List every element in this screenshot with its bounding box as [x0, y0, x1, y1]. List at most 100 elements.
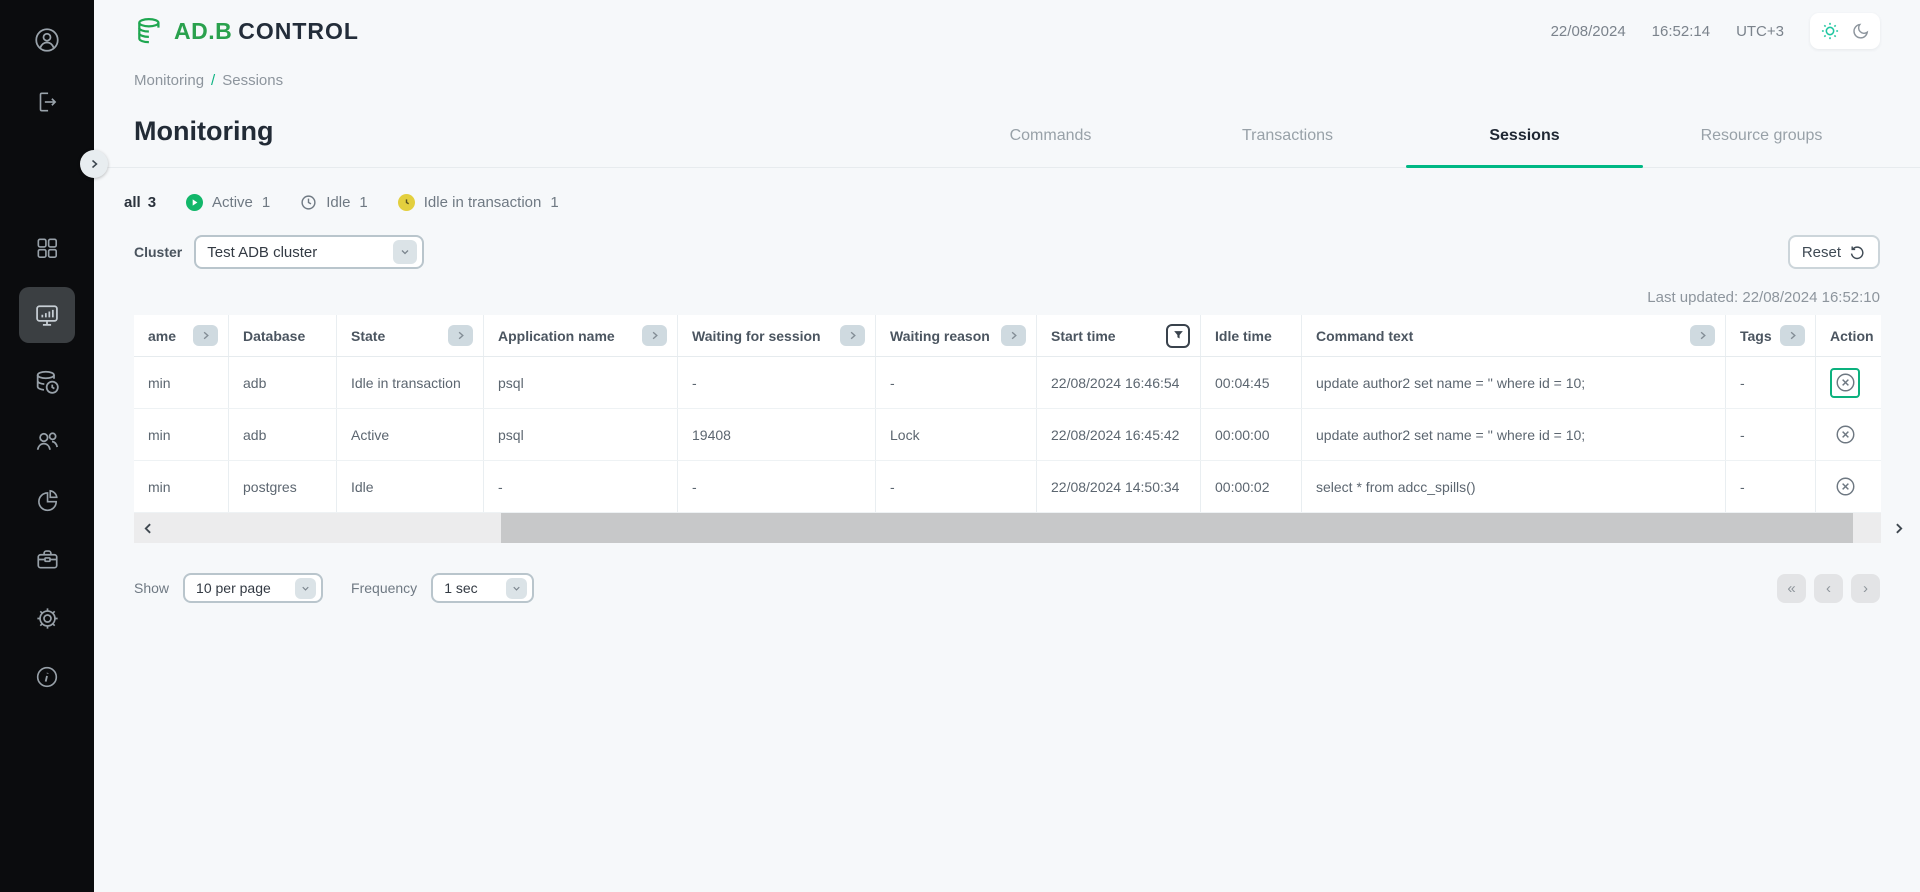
breadcrumb-monitoring[interactable]: Monitoring	[134, 72, 204, 89]
chevron-right-icon	[88, 158, 100, 170]
light-theme-sun-icon[interactable]	[1819, 20, 1841, 42]
sidebar-item-users[interactable]	[19, 421, 75, 461]
previous-page-button[interactable]: ‹	[1814, 574, 1843, 603]
horizontal-scrollbar[interactable]	[134, 513, 1881, 543]
filter-idle-in-transaction[interactable]: Idle in transaction 1	[398, 194, 559, 211]
scroll-left-button[interactable]	[134, 513, 162, 543]
dark-theme-moon-icon[interactable]	[1851, 21, 1871, 41]
tab-transactions[interactable]: Transactions	[1169, 127, 1406, 167]
app-logo: AD.B CONTROL	[134, 14, 359, 48]
profile-button[interactable]	[0, 20, 94, 60]
column-expand-button[interactable]	[1001, 325, 1026, 346]
cluster-select[interactable]: Test ADB cluster	[194, 235, 424, 269]
filter-all-label: all	[124, 194, 141, 211]
column-expand-button[interactable]	[1690, 325, 1715, 346]
filter-all[interactable]: all 3	[124, 194, 156, 211]
column-header-application-name: Application name	[484, 315, 678, 356]
breadcrumb-sessions[interactable]: Sessions	[222, 72, 283, 89]
idle-transaction-clock-icon	[398, 194, 415, 211]
table-cell: min	[134, 357, 229, 408]
terminate-session-button[interactable]	[1830, 420, 1860, 450]
table-cell: min	[134, 461, 229, 512]
next-page-button[interactable]: ›	[1851, 574, 1880, 603]
scroll-right-button[interactable]	[1883, 513, 1913, 543]
sidebar-nav	[0, 228, 94, 697]
filter-active-label: Active	[212, 194, 253, 211]
filter-idle-count: 1	[359, 194, 367, 211]
table-row: minpostgresIdle---22/08/2024 14:50:3400:…	[134, 461, 1881, 513]
tab-commands[interactable]: Commands	[932, 127, 1169, 167]
current-date: 22/08/2024	[1551, 23, 1626, 40]
column-expand-button[interactable]	[448, 325, 473, 346]
column-expand-button[interactable]	[840, 325, 865, 346]
breadcrumb-separator: /	[211, 72, 215, 89]
column-header-command-text: Command text	[1302, 315, 1726, 356]
column-expand-button[interactable]	[193, 325, 218, 346]
grid-icon	[34, 235, 60, 261]
table-cell: min	[134, 409, 229, 460]
show-label: Show	[134, 580, 169, 596]
table-cell: 22/08/2024 16:46:54	[1037, 357, 1201, 408]
logo-icon	[134, 14, 168, 48]
column-expand-button[interactable]	[642, 325, 667, 346]
table-cell: 00:04:45	[1201, 357, 1302, 408]
page-size-select[interactable]: 10 per page	[183, 573, 323, 603]
column-header-label: Waiting for session	[692, 328, 821, 344]
table-cell: update author2 set name = '' where id = …	[1302, 409, 1726, 460]
table-cell: select * from adcc_spills()	[1302, 461, 1726, 512]
table-cell-action	[1816, 357, 1881, 408]
sidebar-item-settings[interactable]	[19, 598, 75, 638]
sidebar-expand-button[interactable]	[80, 150, 108, 178]
table-cell: 00:00:02	[1201, 461, 1302, 512]
sidebar-item-info[interactable]	[19, 657, 75, 697]
cluster-row: Cluster Test ADB cluster Reset	[94, 235, 1920, 269]
table-body: minadbIdle in transactionpsql--22/08/202…	[134, 357, 1881, 513]
brand-name-green: AD.B	[174, 18, 232, 45]
filter-active[interactable]: Active 1	[186, 194, 270, 211]
column-header-start-time: Start time	[1037, 315, 1201, 356]
tab-sessions[interactable]: Sessions	[1406, 127, 1643, 167]
first-page-button[interactable]: «	[1777, 574, 1806, 603]
tab-resource-groups[interactable]: Resource groups	[1643, 127, 1880, 167]
table-cell-action	[1816, 461, 1881, 512]
column-header-idle-time: Idle time	[1201, 315, 1302, 356]
breadcrumb: Monitoring / Sessions	[94, 62, 1920, 98]
table-cell: Idle in transaction	[337, 357, 484, 408]
database-history-icon	[33, 368, 61, 396]
logout-button[interactable]	[0, 82, 94, 122]
table-cell: update author2 set name = '' where id = …	[1302, 357, 1726, 408]
table-cell-action	[1816, 409, 1881, 460]
reset-button[interactable]: Reset	[1788, 235, 1880, 269]
gear-icon	[34, 605, 61, 632]
monitor-chart-icon	[33, 301, 61, 329]
table-cell: -	[1726, 409, 1816, 460]
pager: « ‹ ›	[1777, 574, 1880, 603]
terminate-session-button[interactable]	[1830, 472, 1860, 502]
column-header-label: State	[351, 328, 385, 344]
column-expand-button[interactable]	[1780, 325, 1805, 346]
terminate-session-button[interactable]	[1830, 368, 1860, 398]
sessions-table: ameDatabaseStateApplication nameWaiting …	[134, 315, 1881, 513]
reset-icon	[1849, 244, 1866, 261]
sidebar-item-reports[interactable]	[19, 480, 75, 520]
filter-idle[interactable]: Idle 1	[300, 194, 368, 211]
table-row: minadbIdle in transactionpsql--22/08/202…	[134, 357, 1881, 409]
column-header-label: Database	[243, 328, 305, 344]
table-cell: postgres	[229, 461, 337, 512]
cluster-label: Cluster	[134, 244, 182, 260]
table-header-row: ameDatabaseStateApplication nameWaiting …	[134, 315, 1881, 357]
sidebar-item-projects[interactable]	[19, 539, 75, 579]
sidebar-item-monitoring[interactable]	[19, 287, 75, 343]
page-title: Monitoring	[134, 116, 273, 167]
column-header-label: Application name	[498, 328, 615, 344]
sidebar-item-dashboard[interactable]	[19, 228, 75, 268]
page-size-value: 10 per page	[196, 580, 271, 596]
sidebar	[0, 0, 94, 892]
table-cell: adb	[229, 409, 337, 460]
table-row: minadbActivepsql19408Lock22/08/2024 16:4…	[134, 409, 1881, 461]
sidebar-item-databases[interactable]	[19, 362, 75, 402]
scrollbar-thumb[interactable]	[501, 513, 1853, 543]
start-time-filter-button[interactable]	[1166, 324, 1190, 348]
briefcase-icon	[34, 546, 61, 573]
frequency-select[interactable]: 1 sec	[431, 573, 534, 603]
